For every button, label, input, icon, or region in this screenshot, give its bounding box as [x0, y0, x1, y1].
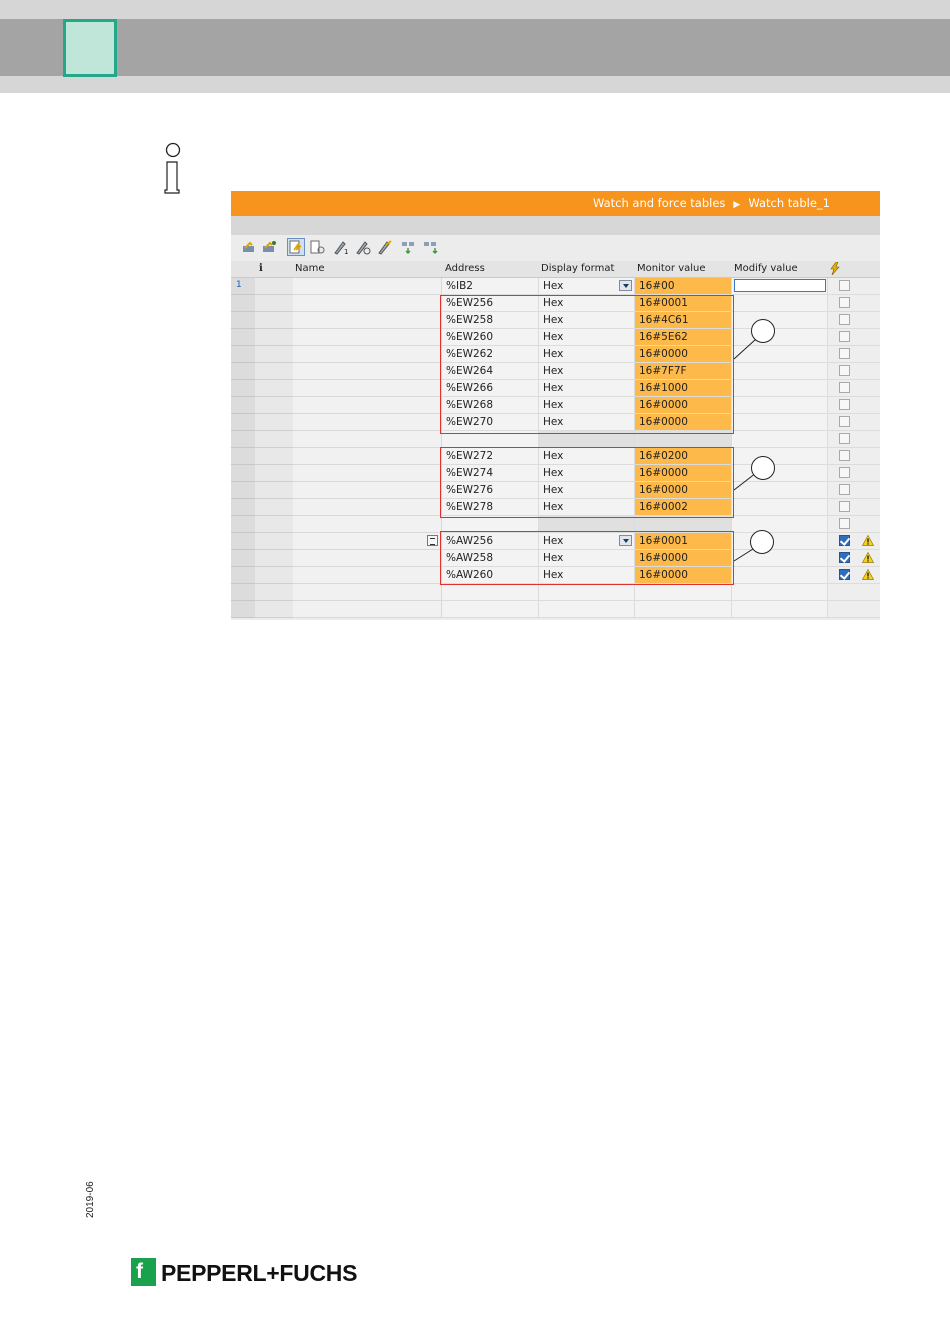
- header-bottom-band: [0, 76, 950, 93]
- info-icon: [164, 142, 181, 194]
- logo-mark: f: [131, 1258, 156, 1286]
- logo-text: PEPPERL+FUCHS: [161, 1260, 358, 1286]
- header-band: [0, 19, 950, 76]
- callout-circle-2: [751, 456, 775, 480]
- header-top-band: [0, 0, 950, 19]
- chapter-marker: [63, 19, 117, 77]
- callout-circle-1: [751, 319, 775, 343]
- watch-table-screenshot: Watch and force tables ▶ Watch table_1 1 i…: [231, 191, 880, 620]
- date-stamp: 2019-06: [85, 1181, 96, 1218]
- callout-circle-3: [750, 530, 774, 554]
- callout-leaders: [733, 338, 757, 562]
